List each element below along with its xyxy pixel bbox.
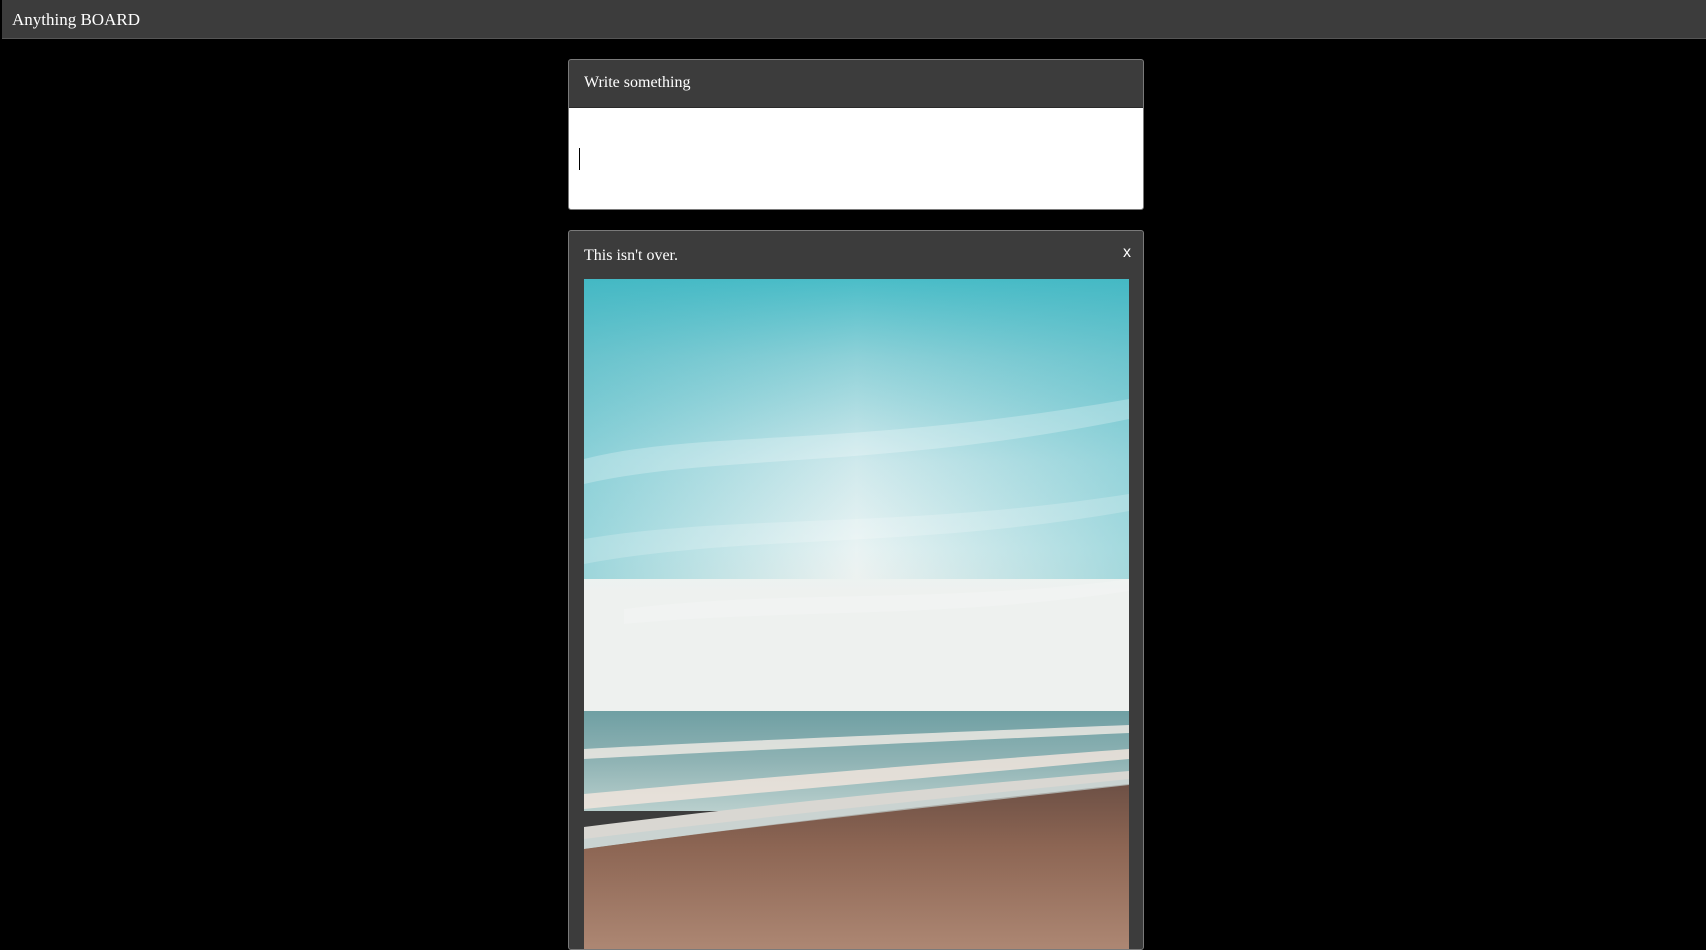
composer-card: Write something (568, 59, 1144, 210)
composer-input[interactable] (569, 108, 1143, 209)
post-image (584, 279, 1129, 949)
beach-seascape-photo (584, 279, 1129, 949)
text-caret (579, 148, 580, 170)
composer-header: Write something (569, 60, 1143, 108)
post-text: This isn't over. (584, 247, 678, 264)
app-title: Anything BOARD (12, 10, 140, 29)
post-card: This isn't over. x (568, 230, 1144, 950)
close-post-button[interactable]: x (1123, 243, 1131, 263)
top-bar: Anything BOARD (2, 0, 1706, 39)
